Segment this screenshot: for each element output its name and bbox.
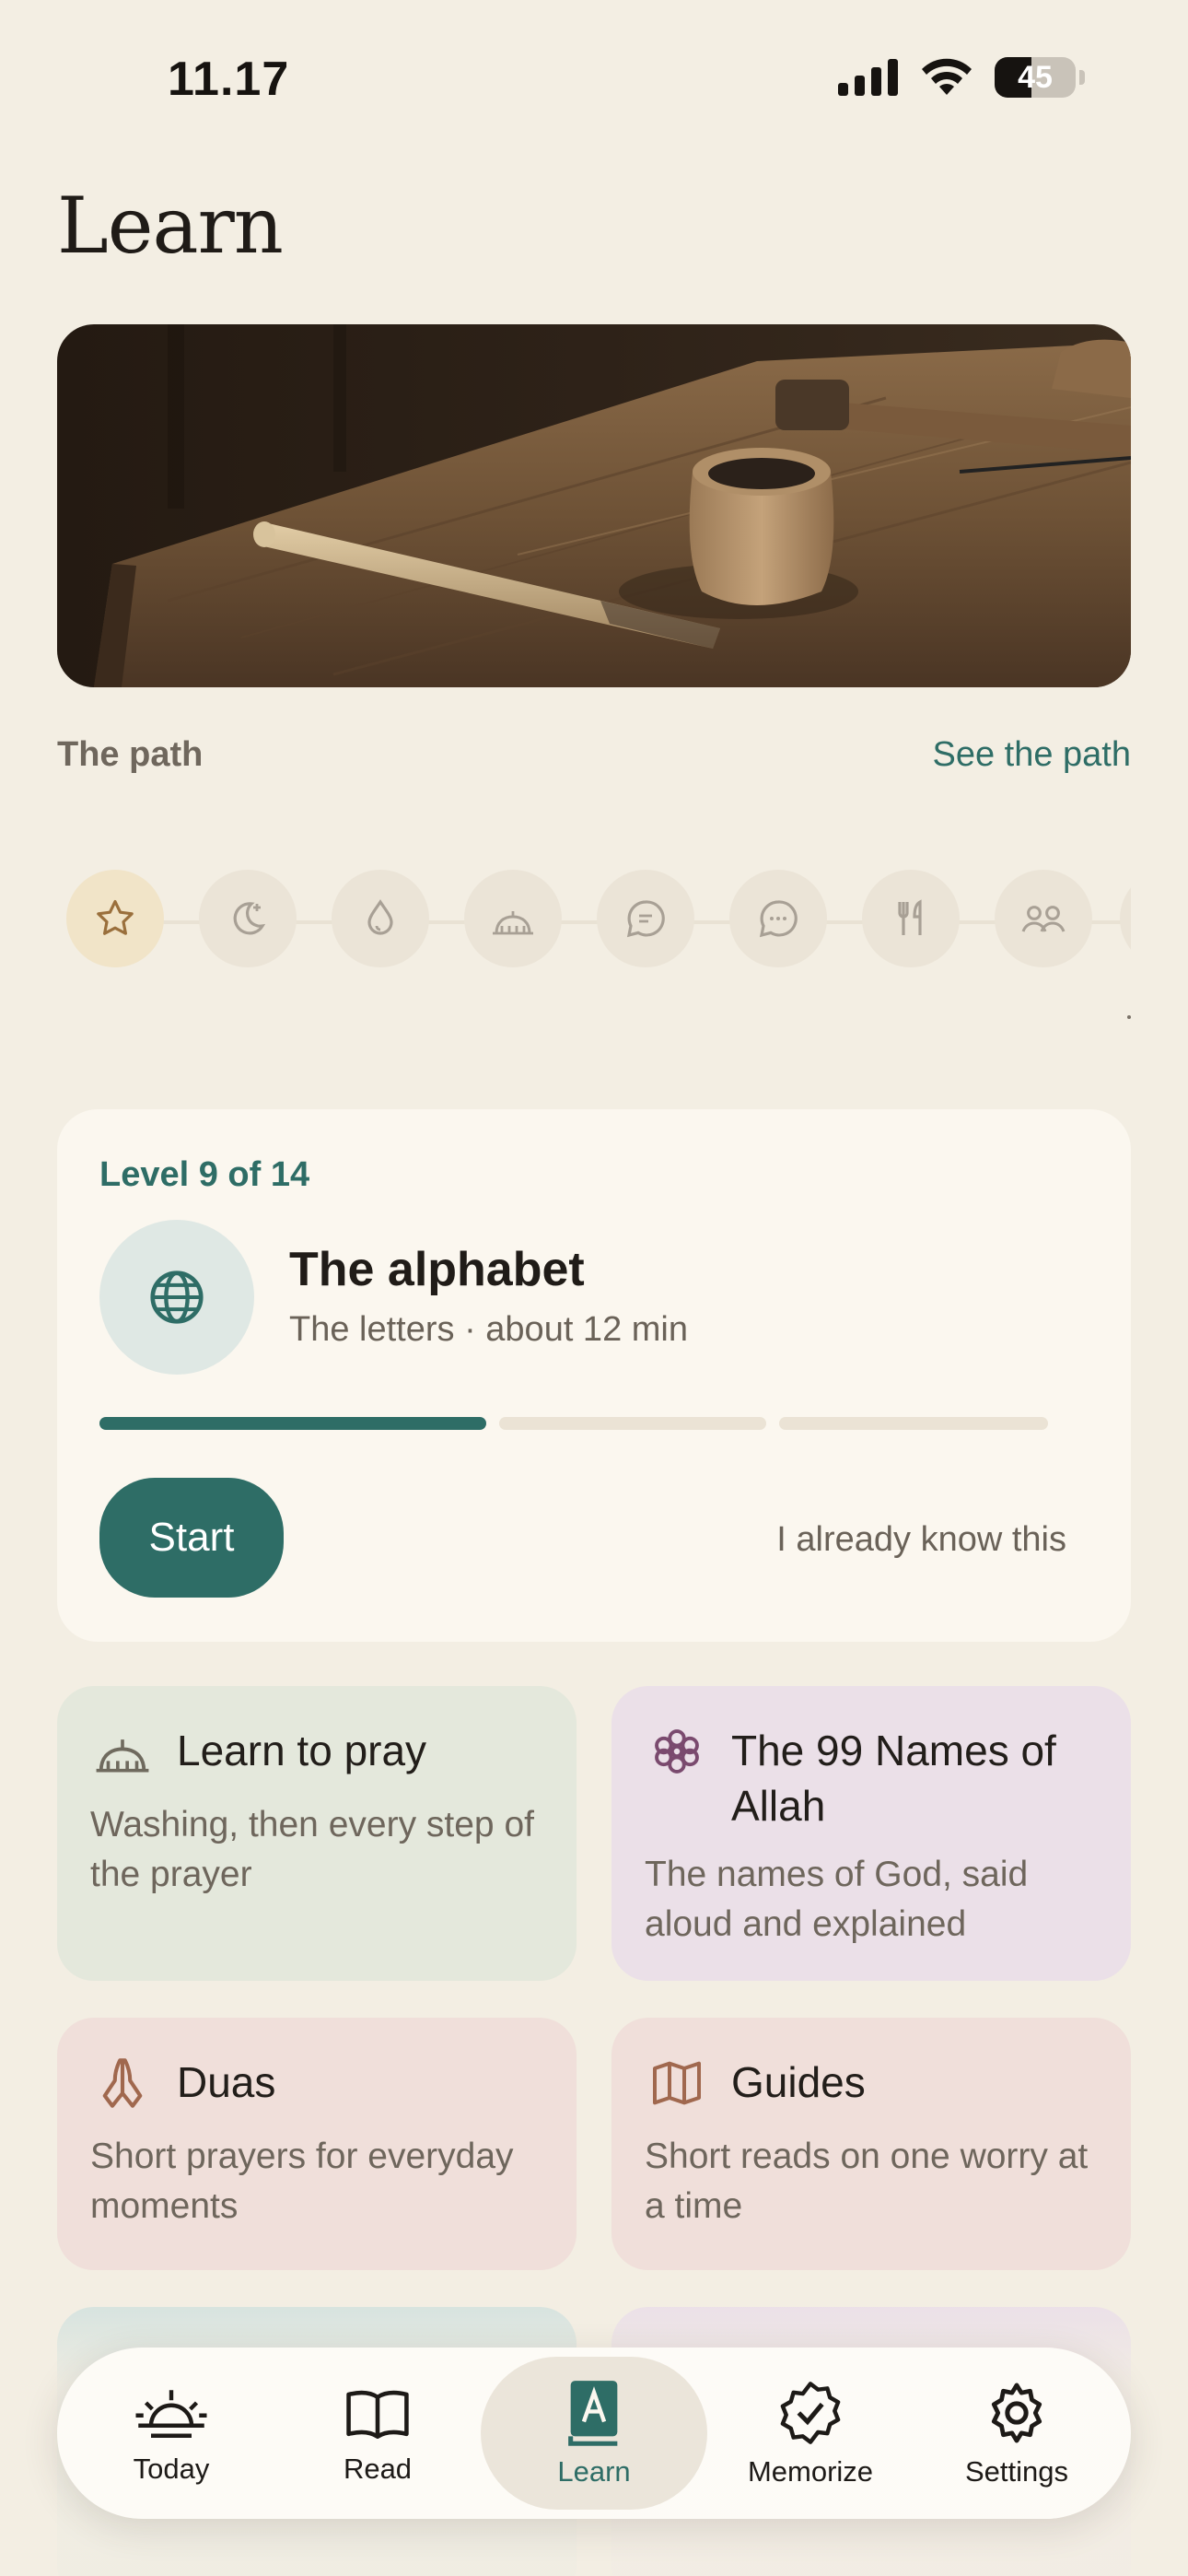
battery-indicator: 45 bbox=[995, 57, 1076, 98]
scroll-indicator-dot bbox=[1127, 1015, 1131, 1019]
level-progress bbox=[99, 1417, 1089, 1430]
level-node-mosque[interactable] bbox=[464, 870, 562, 967]
tile-guides[interactable]: Guides Short reads on one worry at a tim… bbox=[611, 2018, 1131, 2270]
level-node-chat[interactable] bbox=[597, 870, 694, 967]
level-kicker: Level 9 of 14 bbox=[99, 1155, 310, 1194]
globe-icon bbox=[150, 1270, 204, 1324]
level-node-next[interactable] bbox=[1120, 870, 1131, 967]
open-book-icon bbox=[346, 2390, 409, 2439]
tile-title: Guides bbox=[731, 2058, 866, 2106]
battery-nub bbox=[1079, 70, 1085, 85]
letter-book-icon bbox=[568, 2381, 618, 2446]
praying-hands-icon bbox=[102, 2058, 143, 2108]
path-header: The path See the path bbox=[57, 735, 1131, 775]
status-bar: 11.17 45 bbox=[0, 0, 1188, 157]
tab-label: Learn bbox=[557, 2455, 631, 2488]
sunrise-icon bbox=[135, 2390, 207, 2438]
page-title: Learn bbox=[57, 181, 284, 271]
path-label: The path bbox=[57, 735, 204, 774]
flower-icon bbox=[655, 1729, 699, 1774]
people-icon bbox=[1021, 906, 1066, 932]
progress-segment bbox=[99, 1417, 486, 1430]
chat-dots-icon bbox=[759, 900, 798, 938]
star-icon bbox=[97, 900, 134, 935]
tile-title: Duas bbox=[177, 2058, 276, 2106]
mosque-icon bbox=[96, 1739, 149, 1773]
tile-description: Short prayers for everyday moments bbox=[90, 2137, 514, 2226]
gear-icon bbox=[991, 2383, 1042, 2443]
badge-check-icon bbox=[780, 2382, 841, 2444]
chat-lines-icon bbox=[626, 900, 665, 938]
map-icon bbox=[653, 2061, 701, 2105]
level-node-star[interactable] bbox=[66, 870, 164, 967]
battery-level: 45 bbox=[1018, 59, 1053, 95]
moon-star-icon bbox=[233, 902, 266, 935]
progress-segment bbox=[499, 1417, 766, 1430]
tab-bar: Today Read Learn Memorize Settings bbox=[57, 2348, 1131, 2519]
level-title: The alphabet bbox=[289, 1243, 585, 1296]
tab-read[interactable]: Read bbox=[274, 2357, 481, 2510]
tile-title: The 99 Names of Allah bbox=[731, 1727, 1056, 1830]
tab-memorize[interactable]: Memorize bbox=[707, 2357, 914, 2510]
tab-label: Today bbox=[133, 2453, 210, 2485]
level-icon-badge bbox=[99, 1220, 254, 1375]
current-level-card: Level 9 of 14 The alphabet The letters ·… bbox=[57, 1109, 1131, 1642]
level-node-water[interactable] bbox=[332, 870, 429, 967]
mosque-icon bbox=[493, 911, 533, 935]
level-node-chat-dots[interactable] bbox=[729, 870, 827, 967]
hero-image bbox=[57, 324, 1131, 687]
water-drop-icon bbox=[367, 899, 393, 935]
tab-settings[interactable]: Settings bbox=[914, 2357, 1120, 2510]
tile-99-names[interactable]: The 99 Names of Allah The names of God, … bbox=[611, 1686, 1131, 1981]
tab-learn[interactable]: Learn bbox=[481, 2357, 707, 2510]
wifi-icon bbox=[922, 58, 972, 95]
tile-description: Washing, then every step of the prayer bbox=[90, 1805, 534, 1894]
tab-label: Memorize bbox=[747, 2455, 874, 2488]
cellular-signal-icon bbox=[838, 59, 898, 96]
tile-duas[interactable]: Duas Short prayers for everyday moments bbox=[57, 2018, 577, 2270]
tab-today[interactable]: Today bbox=[68, 2357, 274, 2510]
tile-title: Learn to pray bbox=[177, 1727, 427, 1774]
already-know-link[interactable]: I already know this bbox=[776, 1520, 1066, 1560]
fork-knife-icon bbox=[898, 899, 922, 935]
start-button[interactable]: Start bbox=[99, 1478, 284, 1598]
level-node-moon[interactable] bbox=[199, 870, 297, 967]
tab-label: Read bbox=[343, 2453, 413, 2485]
status-time: 11.17 bbox=[168, 53, 290, 106]
tile-description: Short reads on one worry at a time bbox=[645, 2137, 1089, 2226]
level-node-people[interactable] bbox=[995, 870, 1092, 967]
tile-learn-to-pray[interactable]: Learn to pray Washing, then every step o… bbox=[57, 1686, 577, 1981]
see-path-link[interactable]: See the path bbox=[932, 735, 1131, 775]
level-node-food[interactable] bbox=[862, 870, 960, 967]
level-meta: The letters · about 12 min bbox=[289, 1310, 688, 1349]
progress-segment bbox=[779, 1417, 1048, 1430]
tab-label: Settings bbox=[964, 2455, 1068, 2488]
level-track[interactable] bbox=[66, 870, 1131, 973]
tile-description: The names of God, said aloud and explain… bbox=[645, 1855, 1029, 1944]
status-indicators: 45 bbox=[838, 57, 1085, 98]
